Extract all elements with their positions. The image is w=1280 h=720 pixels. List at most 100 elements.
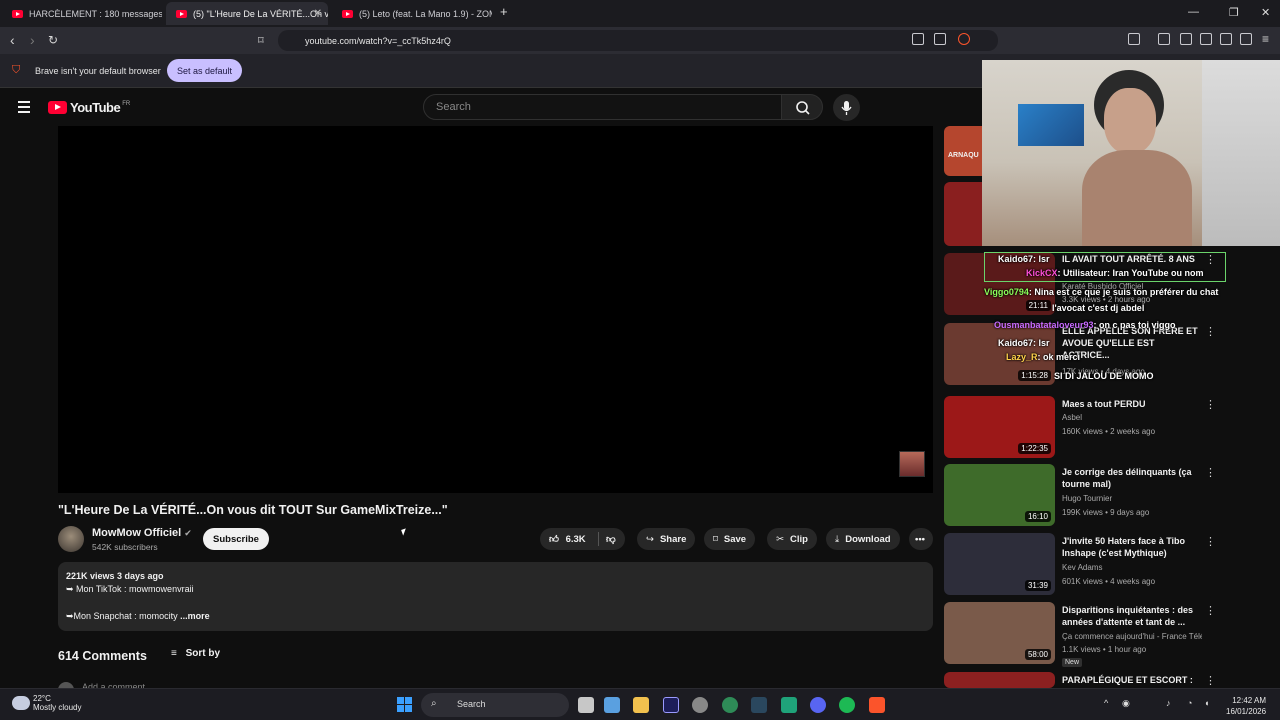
download-button[interactable]: ⤓ Download — [826, 528, 900, 550]
browser-tab-1[interactable]: HARCÈLEMENT : 180 messages en 8 j — [2, 2, 162, 25]
premiere-icon[interactable] — [663, 697, 679, 713]
more-actions-button[interactable]: ••• — [909, 528, 933, 550]
mic-tray-icon[interactable]: ♪ — [1166, 698, 1171, 708]
windows-start-icon[interactable] — [397, 697, 412, 712]
discord-icon[interactable] — [810, 697, 826, 713]
recommendation-channel: Ça commence aujourd'hui - France Télévi.… — [1062, 632, 1202, 641]
leo-icon[interactable] — [1220, 33, 1232, 45]
chat-message: KickCX: Utilisateur: Iran YouTube ou nom — [1026, 268, 1204, 278]
wifi-icon[interactable]: ◔ — [1187, 698, 1192, 708]
task-view-icon[interactable] — [578, 697, 594, 713]
clip-button[interactable]: ✂ Clip — [767, 528, 817, 550]
chat-message: Kaido67: lsr — [998, 254, 1050, 264]
search-button[interactable] — [781, 94, 823, 120]
maximize-icon[interactable]: ❐ — [1229, 6, 1239, 19]
subscriber-count: 542K subscribers — [92, 542, 158, 552]
bookmark-icon[interactable]: ⌑ — [258, 34, 264, 47]
search-icon: ⌕ — [431, 698, 437, 709]
recommendation-title: Disparitions inquiétantes : des années d… — [1062, 605, 1194, 627]
bookmark-save-icon: ⌑ — [713, 533, 718, 545]
recommendation-meta: 1.1K views • 1 hour ago — [1062, 645, 1147, 654]
widgets-icon[interactable] — [604, 697, 620, 713]
more-vertical-icon[interactable]: ⋮ — [1205, 398, 1216, 411]
duration-badge: 1:22:35 — [1018, 443, 1051, 454]
more-vertical-icon[interactable]: ⋮ — [1205, 604, 1216, 617]
set-as-default-button[interactable]: Set as default — [167, 59, 243, 82]
video-player[interactable] — [58, 126, 933, 493]
browser-toolbar: ‹ › ↻ ⌑ youtube.com/watch?v=_ccTk5hz4rQ … — [0, 27, 1280, 54]
recommendation-item[interactable]: 58:00 Disparitions inquiétantes : des an… — [944, 602, 1244, 667]
volume-icon[interactable]: ◖ — [1204, 698, 1209, 708]
video-thumbnail: 58:00 — [944, 602, 1055, 664]
chevron-up-icon[interactable]: ^ — [1104, 698, 1108, 708]
recommendation-item[interactable]: 16:10 Je corrige des délinquants (ça tou… — [944, 464, 1244, 526]
reload-icon[interactable]: ↻ — [48, 33, 58, 47]
app-icon[interactable] — [781, 697, 797, 713]
file-explorer-icon[interactable] — [633, 697, 649, 713]
menu-icon[interactable]: ≡ — [1262, 32, 1269, 46]
chrome-icon[interactable] — [722, 697, 738, 713]
wallet-icon[interactable] — [1200, 33, 1212, 45]
weather-widget[interactable]: 22°C Mostly cloudy — [33, 694, 81, 712]
new-tab-button[interactable]: + — [500, 4, 508, 19]
voice-search-button[interactable] — [833, 94, 860, 121]
recommendation-item[interactable]: 31:39 J'invite 50 Haters face à Tibo Ins… — [944, 533, 1244, 595]
microphone-icon — [841, 101, 852, 115]
address-bar[interactable]: youtube.com/watch?v=_ccTk5hz4rQ — [278, 30, 998, 51]
sidebar-icon[interactable] — [1128, 33, 1140, 45]
close-window-icon[interactable]: ✕ — [1261, 6, 1270, 19]
vpn-icon[interactable] — [1240, 33, 1252, 45]
sort-comments-button[interactable]: ≡ Sort by — [171, 648, 220, 659]
spotify-icon[interactable] — [839, 697, 855, 713]
youtube-header: YouTube FR Search — [0, 88, 982, 126]
more-horizontal-icon: ••• — [915, 533, 925, 545]
youtube-logo[interactable]: YouTube FR — [48, 100, 130, 115]
channel-avatar[interactable] — [58, 526, 84, 552]
recommendation-title: Je corrige des délinquants (ça tourne ma… — [1062, 467, 1192, 489]
browser-tab-3[interactable]: (5) Leto (feat. La Mano 1.9) - ZOMBI — [332, 2, 492, 25]
tray-app-icon[interactable]: ◉ — [1122, 698, 1130, 709]
minimize-icon[interactable]: — — [1188, 6, 1199, 18]
taskbar-search[interactable]: ⌕ Search — [421, 693, 569, 717]
like-button[interactable]: 👍︎ 6.3K — [549, 533, 586, 545]
face — [1104, 88, 1156, 154]
body — [1082, 150, 1192, 246]
media-icon[interactable] — [1158, 33, 1170, 45]
system-clock[interactable]: 12:42 AM 16/01/2026 — [1226, 695, 1266, 717]
share-page-icon[interactable] — [934, 33, 946, 45]
new-badge: New — [1062, 658, 1083, 667]
guide-menu-icon[interactable] — [18, 101, 30, 116]
download-icon: ⤓ — [835, 533, 840, 545]
recommendation-item[interactable]: PARAPLÉGIQUE ET ESCORT : ⋮ — [944, 672, 1244, 688]
more-vertical-icon[interactable]: ⋮ — [1205, 674, 1216, 687]
more-vertical-icon[interactable]: ⋮ — [1205, 466, 1216, 479]
back-icon[interactable]: ‹ — [10, 32, 15, 48]
dislike-button[interactable]: 👎︎ — [606, 533, 616, 545]
subscribe-button[interactable]: Subscribe — [203, 528, 269, 550]
recommendation-item[interactable]: 1:22:35 Maes a tout PERDU Asbel 160K vie… — [944, 396, 1244, 458]
panel-icon[interactable] — [1180, 33, 1192, 45]
show-more-link[interactable]: ...more — [180, 611, 210, 621]
obs-icon[interactable] — [692, 697, 708, 713]
sort-icon: ≡ — [171, 648, 177, 659]
channel-name[interactable]: MowMow Officiel ✔ — [92, 527, 192, 539]
cast-icon[interactable] — [912, 33, 924, 45]
browser-tab-2[interactable]: (5) "L'Heure De La VÉRITÉ...On vo ✕ — [166, 2, 328, 25]
browser-tab-bar: HARCÈLEMENT : 180 messages en 8 j (5) "L… — [0, 0, 1280, 27]
steam-icon[interactable] — [751, 697, 767, 713]
save-button[interactable]: ⌑ Save — [704, 528, 756, 550]
close-tab-icon[interactable]: ✕ — [314, 8, 322, 19]
comment-count: 614 Comments — [58, 649, 147, 663]
recommendation-channel: Hugo Tournier — [1062, 494, 1113, 503]
brave-icon[interactable] — [869, 697, 885, 713]
share-button[interactable]: ↪ Share — [637, 528, 696, 550]
youtube-play-icon — [48, 101, 67, 114]
brave-shields-icon[interactable] — [958, 33, 970, 45]
divider — [598, 532, 599, 546]
search-input[interactable]: Search — [423, 94, 782, 120]
more-vertical-icon[interactable]: ⋮ — [1205, 535, 1216, 548]
channel-watermark[interactable] — [899, 451, 925, 477]
forward-icon[interactable]: › — [30, 32, 35, 48]
stream-chat-overlay: Kaido67: lsr KickCX: Utilisateur: Iran Y… — [982, 252, 1280, 392]
description-box[interactable]: 221K views 3 days ago ➥ Mon TikTok : mow… — [58, 562, 933, 631]
